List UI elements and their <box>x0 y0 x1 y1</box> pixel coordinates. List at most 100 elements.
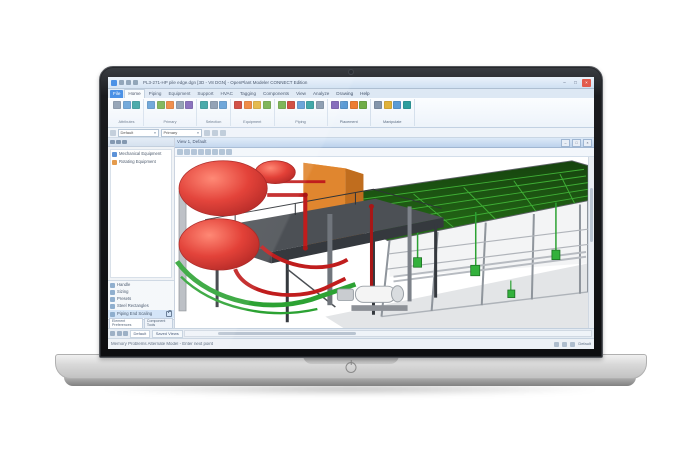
view-titlebar[interactable]: View 1, Default – □ × <box>175 138 594 148</box>
ribbon-icon[interactable] <box>331 101 339 109</box>
list-item-selected[interactable]: Piping End Scaling <box>108 310 174 318</box>
ribbon-icon[interactable] <box>132 101 140 109</box>
ribbon-icon[interactable] <box>359 101 367 109</box>
ribbon-icon[interactable] <box>234 101 242 109</box>
zoom-out-icon[interactable] <box>198 149 204 155</box>
tree-item[interactable]: Rotating Equipment <box>112 160 170 165</box>
tab-piping[interactable]: Piping <box>146 90 165 98</box>
save-icon[interactable] <box>119 80 124 85</box>
level-combo[interactable]: Default ▼ <box>118 129 159 137</box>
ribbon-icon[interactable] <box>185 101 193 109</box>
view-maximize-button[interactable]: □ <box>572 139 581 147</box>
ribbon-icon[interactable] <box>350 101 358 109</box>
ribbon-icon[interactable] <box>393 101 401 109</box>
view-close-button[interactable]: × <box>583 139 592 147</box>
list-item[interactable]: Handle <box>108 282 174 289</box>
tab-view[interactable]: View <box>293 90 309 98</box>
lineweight-icon[interactable] <box>220 130 226 136</box>
color-icon[interactable] <box>204 130 210 136</box>
view-display-icon[interactable] <box>177 149 183 155</box>
view-previous-icon[interactable] <box>219 149 225 155</box>
zoom-in-icon[interactable] <box>191 149 197 155</box>
active-depth-icon[interactable] <box>570 342 575 347</box>
3d-viewport-scene[interactable] <box>175 157 588 328</box>
level-combo-value: Default <box>121 130 134 135</box>
ribbon-icon[interactable] <box>219 101 227 109</box>
tab-components[interactable]: Components <box>260 90 292 98</box>
list-item[interactable]: Presets <box>108 296 174 303</box>
ribbon-icon[interactable] <box>123 101 131 109</box>
pump[interactable] <box>337 286 407 311</box>
ribbon-icon[interactable] <box>263 101 271 109</box>
view-tab-default[interactable]: Default <box>130 330 151 338</box>
view-next-icon[interactable] <box>226 149 232 155</box>
tab-support[interactable]: Support <box>194 90 216 98</box>
redo-icon[interactable] <box>133 80 138 85</box>
pan-view-icon[interactable] <box>212 149 218 155</box>
ribbon-icon[interactable] <box>403 101 411 109</box>
laptop-display: PL3-271-HP pile edge.dgn [3D - V8 DGN] -… <box>108 77 594 349</box>
ribbon-icon[interactable] <box>113 101 121 109</box>
ribbon-icon[interactable] <box>147 101 155 109</box>
tab-home[interactable]: Home <box>124 89 144 98</box>
ribbon-icon[interactable] <box>253 101 261 109</box>
filter-icon[interactable] <box>122 140 127 145</box>
horizontal-scrollbar[interactable] <box>184 330 592 337</box>
ribbon-group-label: Equipment <box>234 121 271 125</box>
fit-view-icon[interactable] <box>205 149 211 155</box>
tab-help[interactable]: Help <box>357 90 372 98</box>
ribbon-icon[interactable] <box>340 101 348 109</box>
maximize-button[interactable]: □ <box>571 79 580 87</box>
next-view-icon[interactable] <box>123 331 128 336</box>
undo-icon[interactable] <box>126 80 131 85</box>
ribbon-icon[interactable] <box>200 101 208 109</box>
tab-analyze[interactable]: Analyze <box>310 90 332 98</box>
view-minimize-button[interactable]: – <box>561 139 570 147</box>
rotate-view-icon[interactable] <box>184 149 190 155</box>
ribbon-icon[interactable] <box>176 101 184 109</box>
refresh-icon[interactable] <box>116 140 121 145</box>
minimize-button[interactable]: – <box>560 79 569 87</box>
prev-view-icon[interactable] <box>117 331 122 336</box>
tab-file[interactable]: File <box>110 90 123 98</box>
tree-item[interactable]: Mechanical Equipment <box>112 152 170 157</box>
presets-icon <box>110 297 115 302</box>
ribbon-icon[interactable] <box>166 101 174 109</box>
status-bar: Memory Problems Alternate Model - Enter … <box>108 338 594 349</box>
view-tab-saved-views[interactable]: Saved Views <box>152 330 183 338</box>
ribbon-group-primary: Primary <box>144 99 197 126</box>
panel-header <box>108 138 174 147</box>
snap-icon[interactable] <box>554 342 559 347</box>
equipment-icon <box>112 152 117 157</box>
first-view-icon[interactable] <box>110 331 115 336</box>
tab-hvac[interactable]: HVAC <box>218 90 236 98</box>
style-combo[interactable]: Primary ▼ <box>161 129 202 137</box>
ribbon-icon[interactable] <box>384 101 392 109</box>
steel-column[interactable] <box>408 206 412 301</box>
power-icon[interactable] <box>346 362 357 373</box>
ribbon-icon[interactable] <box>316 101 324 109</box>
pin-icon[interactable] <box>110 140 115 145</box>
ribbon-icon[interactable] <box>210 101 218 109</box>
list-item[interactable]: Sizing <box>108 289 174 296</box>
ribbon-icon[interactable] <box>278 101 286 109</box>
ribbon-icon[interactable] <box>306 101 314 109</box>
list-item[interactable]: Steel Rectangles <box>108 303 174 310</box>
ribbon-icon[interactable] <box>244 101 252 109</box>
scrollbar-thumb[interactable] <box>218 332 356 335</box>
ribbon-icon[interactable] <box>297 101 305 109</box>
scrollbar-thumb[interactable] <box>590 188 594 243</box>
ribbon-icon[interactable] <box>374 101 382 109</box>
window-title: PL3-271-HP pile edge.dgn [3D - V8 DGN] -… <box>143 80 558 85</box>
tab-drawing[interactable]: Drawing <box>333 90 356 98</box>
tab-equipment[interactable]: Equipment <box>165 90 193 98</box>
app-icon <box>111 80 117 86</box>
linestyle-icon[interactable] <box>212 130 218 136</box>
vertical-scrollbar[interactable] <box>588 157 594 328</box>
level-icon[interactable] <box>110 130 116 136</box>
locks-icon[interactable] <box>562 342 567 347</box>
close-button[interactable]: × <box>582 79 591 87</box>
ribbon-icon[interactable] <box>287 101 295 109</box>
ribbon-icon[interactable] <box>157 101 165 109</box>
tab-tagging[interactable]: Tagging <box>237 90 259 98</box>
